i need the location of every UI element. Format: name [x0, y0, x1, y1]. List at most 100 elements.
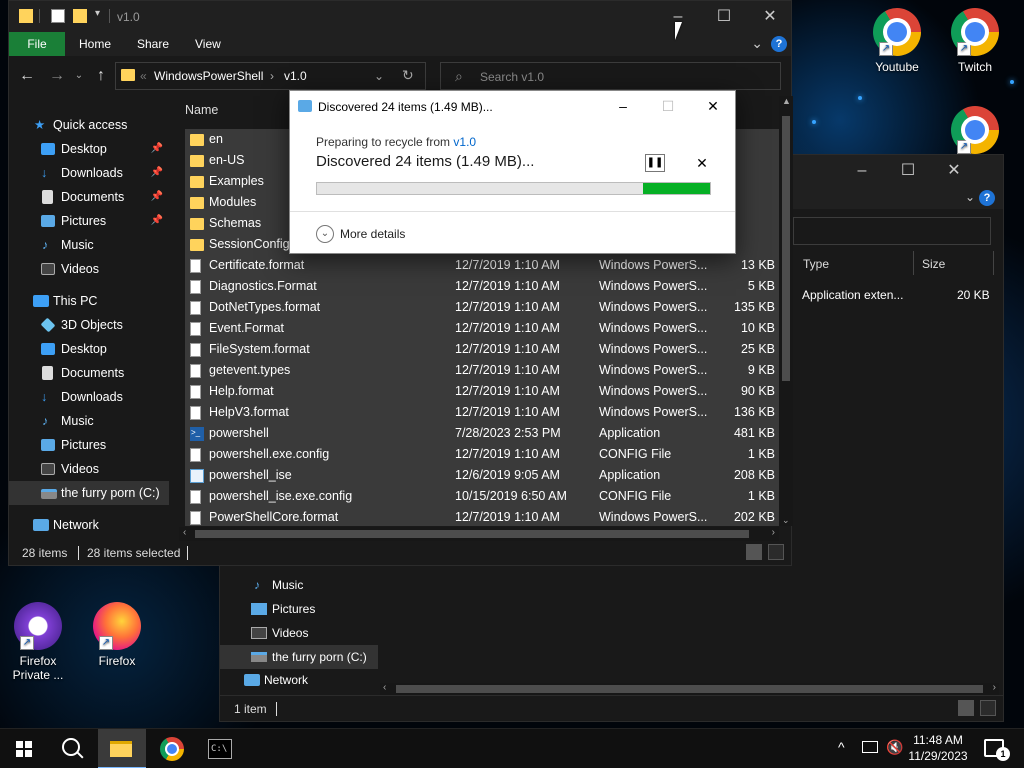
recent-locations-icon[interactable]: ⌄ — [69, 66, 89, 86]
desktop-icon-firefox[interactable]: ↗ Firefox — [82, 602, 152, 668]
pin-icon[interactable]: 📌 — [151, 137, 163, 161]
sidebar-item-network[interactable]: Network — [9, 513, 169, 537]
address-bar[interactable]: « WindowsPowerShell › v1.0 ⌄ ↻ — [115, 62, 426, 90]
sidebar-item-pc-downloads[interactable]: ↓ Downloads — [9, 385, 169, 409]
maximize-button[interactable]: ☐ — [885, 155, 931, 187]
sidebar-item-quick-access[interactable]: ★ Quick access — [9, 113, 169, 137]
file-row[interactable]: Diagnostics.Format 12/7/2019 1:10 AM Windo… — [185, 276, 779, 297]
sidebar-item-downloads[interactable]: ↓ Downloads 📌 — [9, 161, 169, 185]
file-row[interactable]: HelpV3.format 12/7/2019 1:10 AM Windows Po… — [185, 402, 779, 423]
source-folder-link[interactable]: v1.0 — [453, 135, 476, 149]
sidebar-item-pc-desktop[interactable]: Desktop — [9, 337, 169, 361]
help-icon[interactable]: ? — [771, 36, 787, 52]
column-divider[interactable] — [913, 251, 914, 275]
sidebar-item-music[interactable]: ♪ Music — [9, 233, 169, 257]
sidebar-item-pc-videos[interactable]: Videos — [9, 457, 169, 481]
more-details-button[interactable]: More details — [340, 227, 405, 241]
close-button[interactable]: ✕ — [747, 1, 793, 33]
customize-quick-access-icon[interactable]: ▾ — [95, 8, 100, 19]
refresh-icon[interactable]: ↻ — [402, 67, 414, 84]
file-row[interactable]: powershell 7/28/2023 2:53 PM Application 48… — [185, 423, 779, 444]
nav-item-videos[interactable]: Videos — [220, 621, 378, 645]
nav-item-drive-c[interactable]: the furry porn (C:) — [220, 645, 378, 669]
tab-file[interactable]: File — [9, 32, 65, 56]
pin-icon[interactable]: 📌 — [151, 185, 163, 209]
column-divider[interactable] — [993, 251, 994, 275]
column-header-size[interactable]: Size — [922, 257, 945, 271]
cancel-operation-button[interactable]: ✕ — [694, 154, 710, 172]
file-row[interactable]: powershell_ise.exe.config 10/15/2019 6:50… — [185, 486, 779, 507]
scroll-right-icon[interactable]: › — [993, 682, 996, 693]
scrollbar-thumb[interactable] — [396, 685, 983, 693]
breadcrumb-v1[interactable]: v1.0 — [284, 69, 307, 83]
back-arrow-icon[interactable]: ← — [17, 66, 37, 86]
column-header-name[interactable]: Name — [185, 96, 218, 124]
large-icons-view-button[interactable] — [768, 544, 784, 560]
nav-item-pictures[interactable]: Pictures — [220, 597, 378, 621]
scroll-left-icon[interactable]: ‹ — [183, 527, 186, 538]
dialog-minimize-button[interactable]: – — [600, 91, 646, 121]
sidebar-item-documents[interactable]: Documents 📌 — [9, 185, 169, 209]
desktop-icon-twitch[interactable]: ↗ Twitch — [940, 8, 1010, 74]
breadcrumb-overflow[interactable]: « — [140, 69, 147, 83]
scroll-down-icon[interactable]: ⌄ — [782, 515, 790, 526]
close-button[interactable]: ✕ — [931, 155, 977, 187]
scroll-left-icon[interactable]: ‹ — [383, 682, 386, 693]
desktop-icon-firefox-private[interactable]: ↗ Firefox Private ... — [3, 602, 73, 682]
pin-icon[interactable]: 📌 — [151, 209, 163, 233]
sidebar-item-pictures[interactable]: Pictures 📌 — [9, 209, 169, 233]
sidebar-item-drive-c[interactable]: the furry porn (C:) — [9, 481, 169, 505]
sidebar-item-pc-documents[interactable]: Documents — [9, 361, 169, 385]
forward-arrow-icon[interactable]: → — [47, 66, 67, 86]
details-view-button[interactable] — [958, 700, 974, 716]
scroll-up-icon[interactable]: ▲ — [782, 96, 791, 106]
tab-view[interactable]: View — [181, 32, 235, 56]
properties-icon[interactable] — [51, 9, 65, 23]
breadcrumb-separator-icon[interactable]: › — [270, 69, 274, 83]
taskbar-chrome[interactable] — [148, 729, 196, 768]
large-icons-view-button[interactable] — [980, 700, 996, 716]
expand-ribbon-icon[interactable]: ⌄ — [751, 35, 763, 52]
file-row[interactable]: FileSystem.format 12/7/2019 1:10 AM Window… — [185, 339, 779, 360]
horizontal-scrollbar[interactable]: ‹ › — [380, 682, 999, 695]
breadcrumb-windowspowershell[interactable]: WindowsPowerShell — [154, 69, 263, 83]
address-dropdown-icon[interactable]: ⌄ — [374, 69, 384, 83]
clock[interactable]: 11:48 AM 11/29/2023 — [898, 732, 978, 764]
file-row[interactable]: Event.Format 12/7/2019 1:10 AM Windows Pow… — [185, 318, 779, 339]
file-row[interactable]: powershell.exe.config 12/7/2019 1:10 AM CO… — [185, 444, 779, 465]
recycle-progress-dialog[interactable]: Discovered 24 items (1.49 MB)... – ☐ ✕ P… — [289, 90, 736, 254]
column-header-type[interactable]: Type — [803, 257, 829, 271]
nav-item-music[interactable]: ♪ Music — [220, 573, 378, 597]
taskbar-command-prompt[interactable]: C:\ — [196, 729, 244, 768]
dialog-close-button[interactable]: ✕ — [690, 91, 736, 121]
sidebar-item-this-pc[interactable]: This PC — [9, 289, 169, 313]
sidebar-item-pc-music[interactable]: ♪ Music — [9, 409, 169, 433]
tab-home[interactable]: Home — [65, 32, 125, 56]
desktop-icon-chrome[interactable]: ↗ — [940, 106, 1010, 158]
background-window-search[interactable] — [793, 217, 991, 245]
desktop-icon-youtube[interactable]: ↗ Youtube — [862, 8, 932, 74]
nav-item-network[interactable]: Network — [220, 668, 378, 692]
scroll-right-icon[interactable]: › — [772, 527, 775, 538]
file-row[interactable]: PowerShellCore.format 12/7/2019 1:10 AM Wi… — [185, 507, 779, 526]
chevron-down-icon[interactable]: ⌄ — [316, 225, 334, 243]
help-icon[interactable]: ? — [979, 190, 995, 206]
new-folder-icon[interactable] — [73, 9, 87, 23]
file-row[interactable]: DotNetTypes.format 12/7/2019 1:10 AM Windo… — [185, 297, 779, 318]
taskbar-file-explorer[interactable] — [98, 729, 146, 768]
search-button[interactable] — [48, 729, 96, 768]
minimize-button[interactable]: – — [839, 155, 885, 187]
background-window-file-row[interactable]: Application exten... 20 KB — [793, 283, 1003, 305]
vertical-scrollbar[interactable]: ▲ ⌄ — [779, 96, 793, 526]
up-arrow-icon[interactable]: ↑ — [91, 66, 111, 86]
show-hidden-icons-icon[interactable]: ^ — [838, 739, 845, 768]
tab-share[interactable]: Share — [123, 32, 183, 56]
search-input[interactable]: ⌕ Search v1.0 — [440, 62, 781, 90]
sidebar-item-desktop[interactable]: Desktop 📌 — [9, 137, 169, 161]
network-status-icon[interactable] — [862, 741, 878, 753]
sidebar-item-pc-pictures[interactable]: Pictures — [9, 433, 169, 457]
sidebar-item-videos[interactable]: Videos — [9, 257, 169, 281]
scrollbar-thumb[interactable] — [782, 116, 790, 381]
pin-icon[interactable]: 📌 — [151, 161, 163, 185]
maximize-button[interactable]: ☐ — [701, 1, 747, 33]
